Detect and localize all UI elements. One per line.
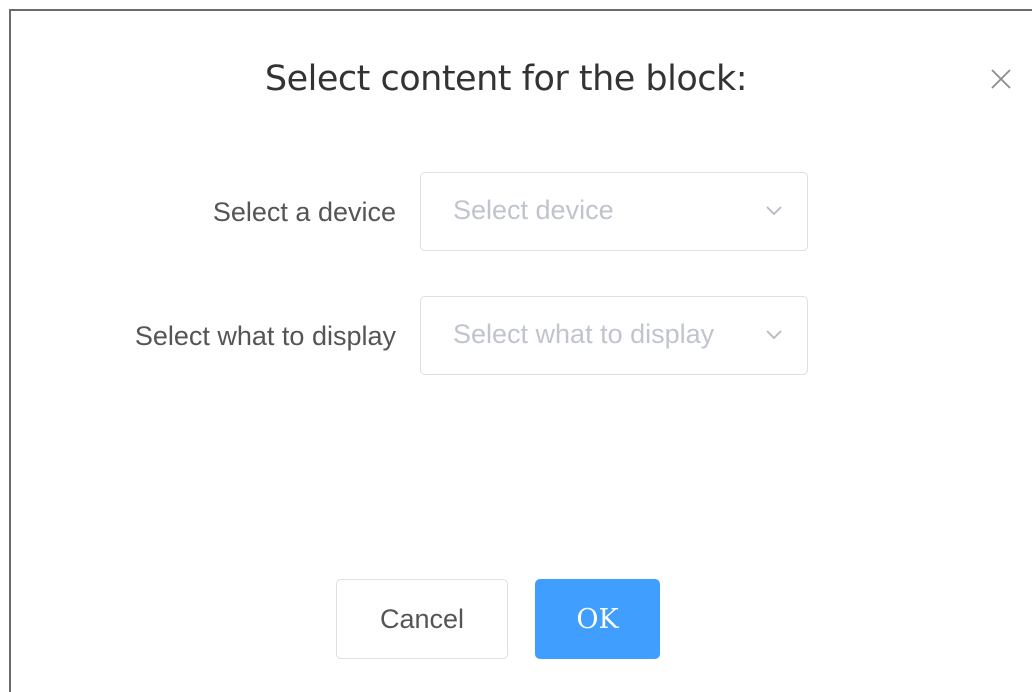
display-label: Select what to display — [134, 321, 396, 351]
cancel-button[interactable]: Cancel — [336, 579, 508, 659]
display-select[interactable]: Select what to display — [420, 296, 808, 375]
dialog: Select content for the block: Select a d… — [9, 9, 1032, 692]
chevron-down-icon — [765, 328, 783, 340]
dialog-title: Select content for the block: — [264, 59, 748, 99]
device-label: Select a device — [212, 197, 396, 227]
ok-button[interactable]: OK — [535, 579, 660, 659]
device-select-placeholder: Select device — [453, 195, 614, 225]
chevron-down-icon — [765, 204, 783, 216]
close-icon[interactable] — [989, 67, 1013, 91]
display-select-placeholder: Select what to display — [453, 319, 715, 349]
device-select[interactable]: Select device — [420, 172, 808, 251]
